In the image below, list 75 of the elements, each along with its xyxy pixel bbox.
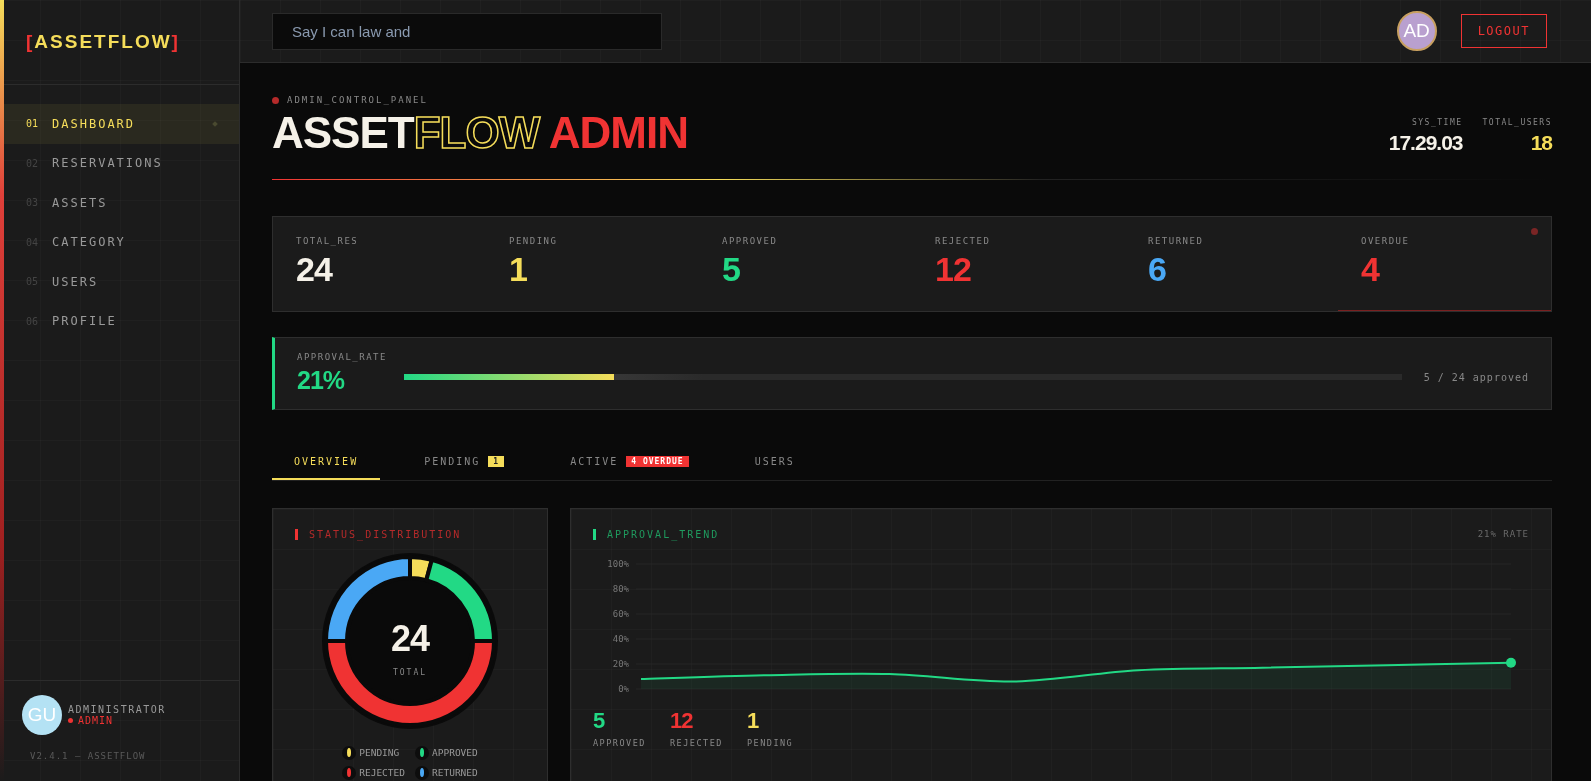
summary-label: REJECTED: [669, 737, 723, 748]
stat-label: RETURNED: [1148, 236, 1205, 246]
stat-label: TOTAL_RES: [296, 236, 360, 246]
status-dot-icon: [68, 718, 73, 723]
nav-label: CATEGORY: [52, 235, 127, 250]
nav-label: ASSETS: [52, 195, 109, 210]
nav-label: PROFILE: [52, 314, 118, 329]
legend-marker-icon: [415, 765, 429, 780]
search-field[interactable]: Say I can law and: [272, 12, 662, 50]
tab[interactable]: PENDING 1: [402, 445, 527, 480]
rate-label: APPROVAL_RATE: [297, 351, 384, 362]
stat-label: OVERDUE: [1361, 236, 1411, 246]
eyebrow-label: ADMIN_CONTROL_PANEL: [287, 95, 428, 105]
stat-value: 5: [722, 252, 741, 288]
status-dot-icon: [272, 96, 279, 104]
nav-item[interactable]: 01 DASHBOARD: [4, 104, 239, 144]
total-label: TOTAL: [392, 668, 428, 678]
tab[interactable]: ACTIVE 4 OVERDUE: [548, 445, 711, 480]
legend-label: RETURNED: [432, 767, 478, 779]
legend-marker-icon: [342, 745, 357, 760]
axis-tick-label: 40%: [612, 633, 629, 644]
tab-label: OVERVIEW: [294, 455, 359, 467]
nav-label: DASHBOARD: [52, 116, 137, 131]
summary-value: 5: [593, 707, 606, 734]
axis-tick-label: 0%: [618, 683, 629, 694]
tab[interactable]: USERS: [732, 445, 817, 480]
meta-value: 18: [1530, 131, 1552, 155]
alert-dot-icon: [1531, 228, 1538, 235]
rate-value: 21%: [297, 365, 346, 395]
stat-label: PENDING: [509, 236, 559, 246]
logo: [ASSETFLOW]: [26, 31, 180, 53]
meta-label: TOTAL_USERS: [1482, 118, 1552, 127]
meta-label: SYS_TIME: [1412, 118, 1463, 127]
summary-label: APPROVED: [593, 737, 646, 748]
total-value: 24: [390, 618, 429, 661]
stat-value: 4: [1361, 252, 1381, 288]
logout-button[interactable]: LOGOUT: [1460, 14, 1547, 48]
rate-tag: 21% RATE: [1477, 529, 1529, 540]
legend-label: APPROVED: [432, 747, 478, 759]
stat-value: 12: [935, 252, 972, 288]
axis-tick-label: 100%: [607, 558, 629, 569]
user-role: ADMIN: [78, 715, 114, 726]
summary-value: 12: [669, 707, 694, 734]
stat-value: 1: [509, 252, 528, 288]
tab-label: ACTIVE: [570, 455, 619, 467]
count-badge: 1: [488, 455, 505, 467]
page-title: ASSETFLOW ADMIN: [272, 111, 688, 155]
nav-label: RESERVATIONS: [52, 156, 164, 171]
tab-label: PENDING: [424, 455, 481, 467]
summary-value: 1: [746, 707, 760, 734]
axis-tick-label: 60%: [612, 608, 629, 619]
meta-value: 17.29.03: [1388, 131, 1463, 155]
card-title: STATUS_DISTRIBUTION: [295, 528, 525, 540]
user-avatar: GU: [22, 695, 62, 735]
legend-label: PENDING: [359, 747, 400, 759]
legend-label: REJECTED: [359, 767, 405, 779]
stat-label: APPROVED: [722, 236, 779, 246]
stat-label: REJECTED: [935, 236, 992, 246]
stat-value: 6: [1148, 252, 1167, 288]
count-badge: 4 OVERDUE: [626, 455, 689, 467]
rate-summary: 5 / 24 approved: [1423, 371, 1529, 383]
summary-label: PENDING: [746, 737, 795, 748]
user-name: ADMINISTRATOR: [68, 704, 166, 715]
tab[interactable]: OVERVIEW: [272, 445, 381, 480]
nav-label: USERS: [52, 274, 100, 289]
stat-value: 24: [296, 252, 334, 288]
axis-tick-label: 20%: [612, 658, 629, 669]
legend-marker-icon: [342, 765, 357, 780]
legend-marker-icon: [415, 745, 429, 760]
axis-tick-label: 80%: [612, 583, 629, 594]
card-title: APPROVAL_TREND: [593, 528, 720, 540]
nav-number: 01: [26, 118, 39, 130]
version-text: V2.4.1 — ASSETFLOW: [29, 751, 147, 761]
tab-label: USERS: [754, 455, 795, 467]
trend-point: [1506, 657, 1516, 668]
